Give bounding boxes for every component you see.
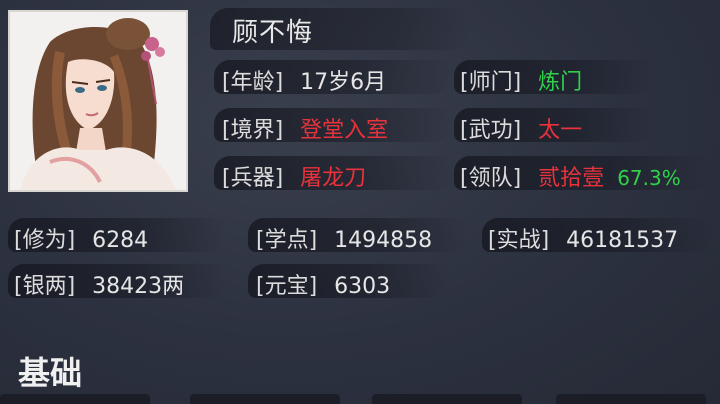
realm-label: [境界]	[222, 118, 284, 143]
section-title: 基础	[18, 354, 83, 392]
realm-value[interactable]: 登堂入室	[300, 118, 388, 143]
age-row: [年龄] 17岁6月	[222, 64, 386, 96]
cultivation-label: [修为]	[14, 228, 76, 253]
lead-value[interactable]: 贰拾壹	[538, 166, 604, 191]
sect-label: [师门]	[460, 70, 522, 95]
martial-row: [武功] 太一	[460, 112, 582, 144]
character-portrait-art	[10, 12, 186, 190]
age-value: 17岁6月	[300, 70, 387, 95]
cultivation-value: 6284	[92, 228, 149, 253]
lead-percent: 67.3%	[617, 166, 681, 190]
study-label: [学点]	[256, 228, 318, 253]
sect-row: [师门] 炼门	[460, 64, 582, 96]
combat-value: 46181537	[566, 228, 679, 253]
combat-label: [实战]	[488, 228, 550, 253]
weapon-label: [兵器]	[222, 166, 284, 191]
martial-label: [武功]	[460, 118, 522, 143]
panel-edge	[556, 394, 706, 404]
panel-edge	[372, 394, 522, 404]
panel-edge	[0, 394, 150, 404]
weapon-row: [兵器] 屠龙刀	[222, 160, 366, 192]
study-value: 1494858	[334, 228, 433, 253]
ingot-value: 6303	[334, 274, 391, 299]
silver-row: [银两] 38423两	[14, 268, 184, 300]
silver-value: 38423两	[92, 274, 185, 299]
ingot-row: [元宝] 6303	[256, 268, 390, 300]
cultivation-row: [修为] 6284	[14, 222, 148, 254]
study-row: [学点] 1494858	[256, 222, 432, 254]
lead-label: [领队]	[460, 166, 522, 191]
age-label: [年龄]	[222, 70, 284, 95]
combat-row: [实战] 46181537	[488, 222, 678, 254]
weapon-value[interactable]: 屠龙刀	[300, 166, 366, 191]
character-name: 顾不悔	[232, 18, 314, 48]
lead-row: [领队] 贰拾壹 67.3%	[460, 160, 681, 192]
panel-edge	[190, 394, 340, 404]
martial-value[interactable]: 太一	[538, 118, 582, 143]
character-portrait[interactable]	[8, 10, 188, 192]
sect-value[interactable]: 炼门	[538, 70, 582, 95]
realm-row: [境界] 登堂入室	[222, 112, 388, 144]
ingot-label: [元宝]	[256, 274, 318, 299]
silver-label: [银两]	[14, 274, 76, 299]
